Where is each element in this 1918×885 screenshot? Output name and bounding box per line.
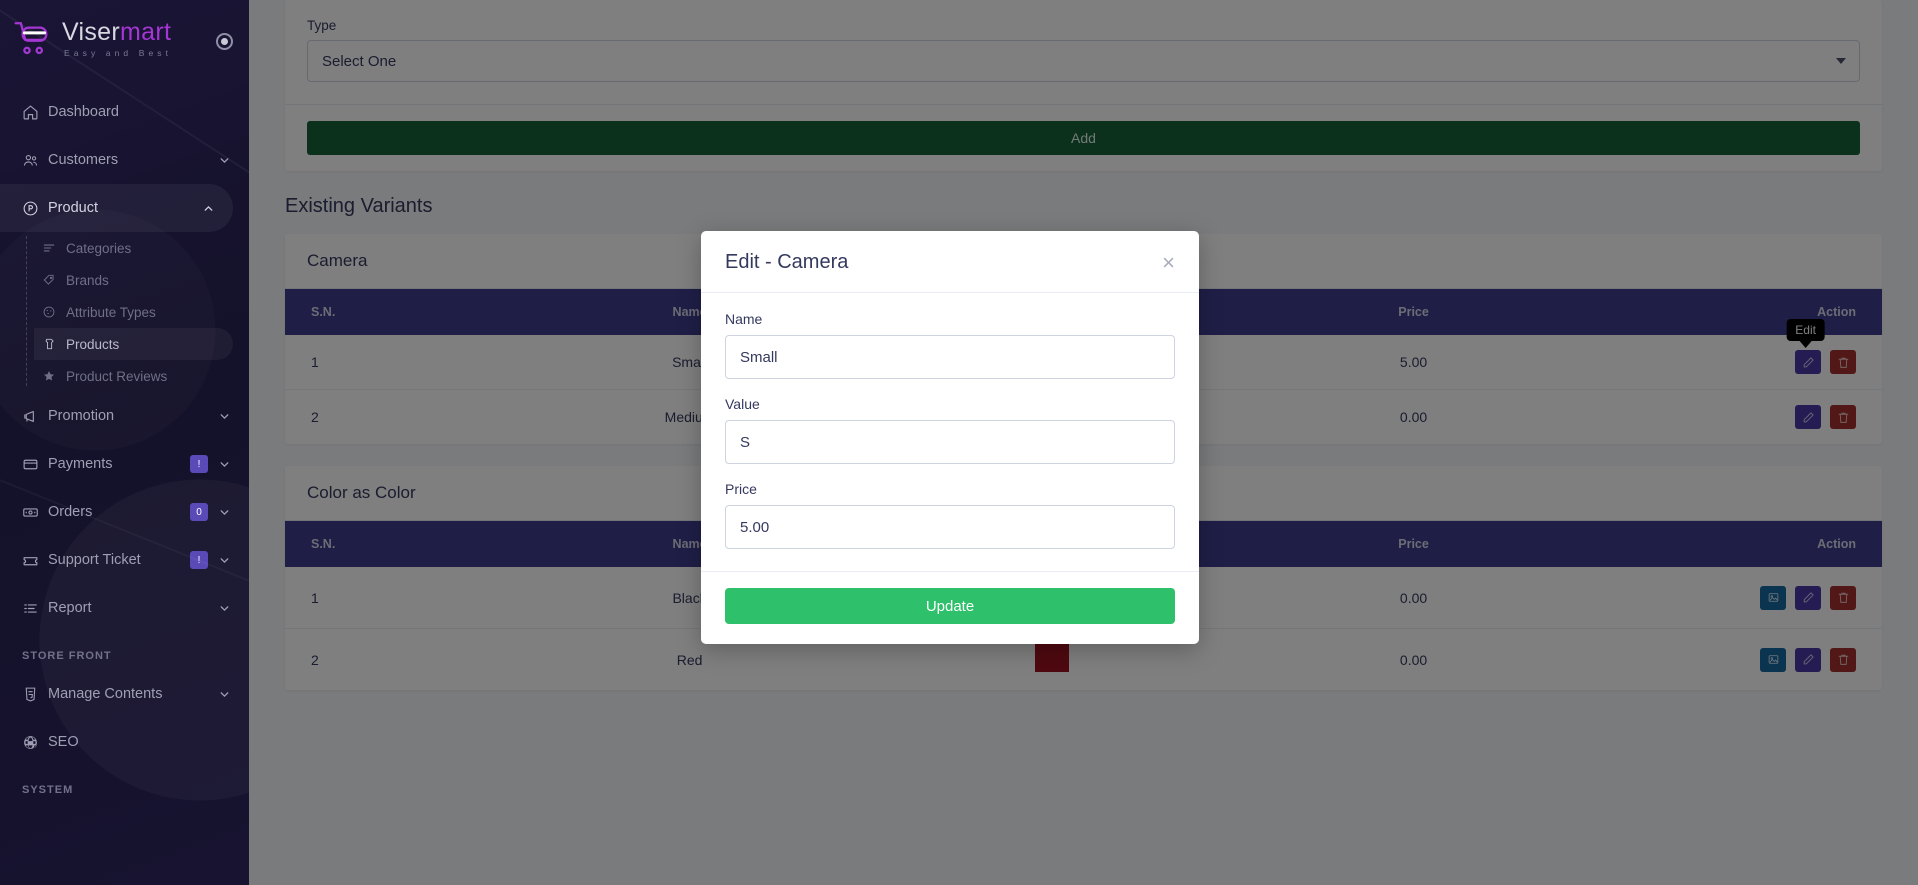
palette-icon — [42, 305, 66, 319]
sidebar-subitem-categories[interactable]: Categories — [34, 232, 233, 264]
money-icon — [22, 504, 48, 521]
sidebar-item-dashboard[interactable]: Dashboard — [0, 88, 249, 136]
sidebar-item-label: Promotion — [48, 408, 115, 424]
value-label: Value — [725, 396, 760, 412]
chevron-down-icon — [218, 154, 231, 167]
sidebar-item-label: SEO — [48, 734, 79, 750]
chevron-down-icon — [218, 554, 231, 567]
report-list-icon — [22, 600, 48, 617]
chevron-down-icon — [218, 410, 231, 423]
modal-title: Edit - Camera — [725, 251, 849, 273]
value-field[interactable] — [725, 420, 1175, 464]
sidebar-item-label: Payments — [48, 456, 113, 472]
sidebar-item-seo[interactable]: SEO — [0, 718, 249, 766]
sidebar-item-promotion[interactable]: Promotion — [0, 392, 249, 440]
sidebar-item-label: Dashboard — [48, 104, 119, 120]
brand-name-1: Viser — [62, 18, 121, 47]
brand-name-2: mart — [120, 18, 172, 47]
product-circle-icon — [22, 200, 48, 217]
product-submenu: Categories Brands Attribute Types Produc… — [0, 232, 249, 392]
sidebar-subitem-attribute-types[interactable]: Attribute Types — [34, 296, 233, 328]
brand-tagline: Easy and Best — [64, 48, 173, 59]
sidebar-item-label: Manage Contents — [48, 686, 163, 702]
sidebar-item-payments[interactable]: Payments ! — [0, 440, 249, 488]
star-icon — [42, 369, 66, 383]
sidebar-subitem-brands[interactable]: Brands — [34, 264, 233, 296]
sidebar-subitem-products[interactable]: Products — [34, 328, 233, 360]
sidebar-item-label: Support Ticket — [48, 552, 141, 568]
home-icon — [22, 104, 48, 121]
sidebar-caption-system: SYSTEM — [22, 784, 74, 796]
modal-footer: Update — [701, 571, 1199, 644]
users-icon — [22, 152, 48, 169]
chevron-down-icon — [218, 458, 231, 471]
sidebar-item-product[interactable]: Product — [0, 184, 233, 232]
sidebar-subitem-label: Categories — [66, 240, 132, 256]
payments-badge: ! — [190, 455, 208, 473]
sidebar-item-customers[interactable]: Customers — [0, 136, 249, 184]
cart-logo-icon — [13, 18, 55, 60]
globe-icon — [22, 734, 48, 751]
sidebar-item-report[interactable]: Report — [0, 584, 249, 632]
sidebar-subitem-label: Products — [66, 336, 120, 352]
sidebar-item-support-ticket[interactable]: Support Ticket ! — [0, 536, 249, 584]
price-field[interactable] — [725, 505, 1175, 549]
html5-icon — [22, 686, 48, 703]
sidebar-subitem-label: Product Reviews — [66, 368, 168, 384]
list-icon — [42, 241, 66, 255]
sidebar-item-label: Product — [48, 200, 98, 216]
edit-variant-modal: Edit - Camera × Name Value Price Update — [701, 231, 1199, 644]
card-icon — [22, 456, 48, 473]
ticket-icon — [22, 552, 48, 569]
sidebar-nav: Dashboard Customers Product Categories B… — [0, 88, 249, 804]
sidebar: Visermart Easy and Best Dashboard Custom… — [0, 0, 249, 885]
support-ticket-badge: ! — [190, 551, 208, 569]
sidebar-item-label: Report — [48, 600, 92, 616]
tag-icon — [42, 273, 66, 287]
sidebar-caption-storefront: STORE FRONT — [22, 650, 112, 662]
megaphone-icon — [22, 408, 48, 425]
close-icon[interactable]: × — [1162, 251, 1175, 274]
brand-logo[interactable]: Visermart Easy and Best — [0, 0, 249, 78]
price-label: Price — [725, 481, 757, 497]
chevron-up-icon — [202, 202, 215, 215]
orders-badge: 0 — [190, 503, 208, 521]
modal-body: Name Value Price — [701, 293, 1199, 571]
sidebar-item-manage-contents[interactable]: Manage Contents — [0, 670, 249, 718]
name-field[interactable] — [725, 335, 1175, 379]
modal-header: Edit - Camera × — [701, 231, 1199, 293]
sidebar-subitem-label: Attribute Types — [66, 304, 156, 320]
sidebar-item-orders[interactable]: Orders 0 — [0, 488, 249, 536]
shirt-icon — [42, 337, 66, 351]
sidebar-item-label: Customers — [48, 152, 119, 168]
sidebar-toggle-icon[interactable] — [216, 33, 233, 50]
sidebar-subitem-product-reviews[interactable]: Product Reviews — [34, 360, 233, 392]
name-label: Name — [725, 311, 763, 327]
update-button[interactable]: Update — [725, 588, 1175, 624]
sidebar-item-label: Orders — [48, 504, 93, 520]
chevron-down-icon — [218, 506, 231, 519]
chevron-down-icon — [218, 688, 231, 701]
chevron-down-icon — [218, 602, 231, 615]
sidebar-subitem-label: Brands — [66, 272, 109, 288]
